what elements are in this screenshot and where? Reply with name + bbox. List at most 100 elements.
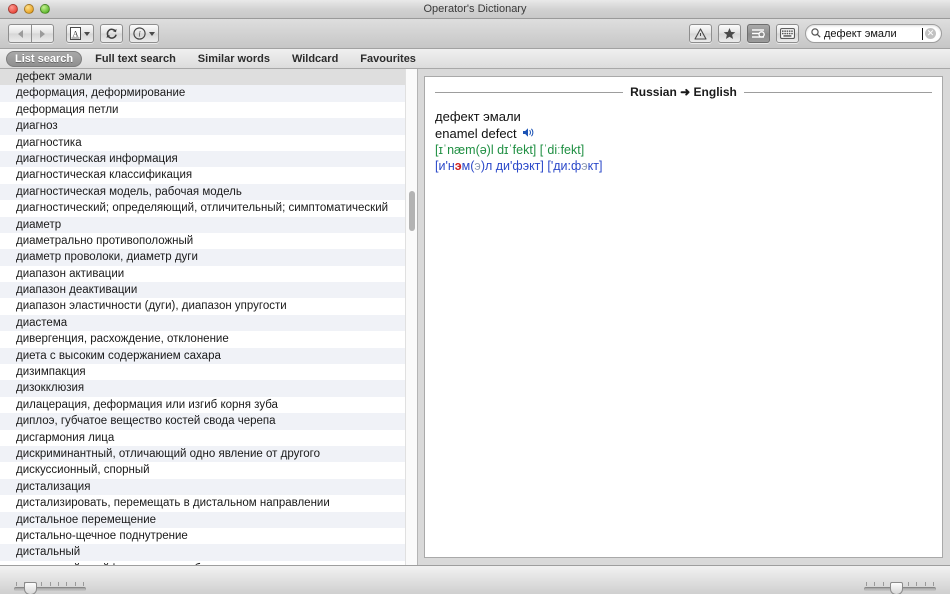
window-title: Operator's Dictionary bbox=[423, 3, 527, 15]
list-item[interactable]: диаметр bbox=[0, 216, 417, 233]
word-list[interactable]: дефект эмали деформация, деформирование де… bbox=[0, 69, 417, 565]
list-item[interactable]: диагностическая классификация bbox=[0, 167, 417, 184]
search-field[interactable]: дефект эмали ✕ bbox=[805, 24, 942, 43]
list-item[interactable]: диастема bbox=[0, 314, 417, 332]
search-input[interactable]: дефект эмали bbox=[824, 28, 922, 40]
content-area: дефект эмали деформация, деформирование де… bbox=[0, 69, 950, 565]
list-item[interactable]: дискриминантный, отличающий одно явление… bbox=[0, 445, 417, 463]
search-mode-tabs: List search Full text search Similar wor… bbox=[0, 49, 950, 69]
keyboard-button[interactable] bbox=[776, 24, 799, 43]
clear-search-button[interactable]: ✕ bbox=[925, 28, 936, 39]
dictionary-direction-header: Russian ➜ English bbox=[435, 85, 932, 99]
list-item[interactable]: диагностический; определяющий, отличител… bbox=[0, 200, 417, 217]
list-search-toggle-button[interactable] bbox=[747, 24, 770, 43]
list-item[interactable]: деформация петли bbox=[0, 101, 417, 119]
list-item[interactable]: дисгармония лица bbox=[0, 429, 417, 446]
entry-card: Russian ➜ English дефект эмали enamel de… bbox=[424, 76, 943, 558]
window-controls bbox=[8, 4, 50, 14]
navigation-buttons bbox=[8, 24, 60, 43]
list-item[interactable]: дистально-щечное поднутрение bbox=[0, 527, 417, 545]
list-item[interactable]: дистальный bbox=[0, 544, 417, 561]
list-item[interactable]: дизокклюзия bbox=[0, 380, 417, 397]
list-item[interactable]: диаметрально противоположный bbox=[0, 232, 417, 250]
favourites-button[interactable] bbox=[718, 24, 741, 43]
tab-full-text-search[interactable]: Full text search bbox=[86, 51, 185, 67]
cyr-mid: м( bbox=[461, 159, 475, 173]
list-item[interactable]: дискуссионный, спорный bbox=[0, 462, 417, 479]
word-list-scrollbar[interactable] bbox=[405, 69, 417, 565]
entry-translation: enamel defect bbox=[435, 126, 517, 141]
list-item[interactable]: диагноз bbox=[0, 118, 417, 135]
chevron-down-icon bbox=[84, 31, 90, 36]
cyr-tail: кт] bbox=[587, 159, 603, 173]
forward-button[interactable] bbox=[31, 24, 54, 43]
header-rule-right bbox=[743, 91, 932, 93]
list-font-size-slider[interactable] bbox=[14, 569, 86, 594]
refresh-icon bbox=[105, 27, 118, 40]
list-item[interactable]: дистализировать, перемещать в дистальном… bbox=[0, 495, 417, 512]
speaker-audio-icon[interactable] bbox=[522, 127, 535, 141]
dictionary-select-button[interactable]: A bbox=[66, 24, 94, 43]
list-item[interactable]: диагностика bbox=[0, 134, 417, 151]
warning-triangle-icon bbox=[694, 27, 707, 40]
info-button[interactable]: i bbox=[129, 24, 159, 43]
entry-ipa-transcription: [ɪˈnæm(ə)l dɪˈfekt] [ˈdiːfekt] bbox=[435, 143, 585, 157]
dictionary-direction-label: Russian ➜ English bbox=[630, 85, 737, 99]
tab-wildcard[interactable]: Wildcard bbox=[283, 51, 347, 67]
dictionary-book-icon: A bbox=[70, 27, 81, 40]
title-bar: Operator's Dictionary bbox=[0, 0, 950, 19]
star-icon bbox=[723, 27, 736, 40]
list-item[interactable]: дистальное перемещение bbox=[0, 511, 417, 528]
list-item[interactable]: дизимпакция bbox=[0, 364, 417, 381]
info-icon: i bbox=[133, 27, 146, 40]
app-window: Operator's Dictionary A i дефект эмали ✕… bbox=[0, 0, 950, 594]
list-item[interactable]: диета с высоким содержанием сахара bbox=[0, 347, 417, 365]
scrollbar-thumb[interactable] bbox=[408, 191, 415, 231]
list-item[interactable]: диаметр проволоки, диаметр дуги bbox=[0, 249, 417, 266]
detail-pane: Russian ➜ English дефект эмали enamel de… bbox=[418, 69, 950, 565]
entry-headword: дефект эмали bbox=[435, 109, 521, 124]
svg-text:i: i bbox=[138, 29, 141, 39]
detail-font-size-slider[interactable] bbox=[864, 569, 936, 594]
minimize-button[interactable] bbox=[24, 4, 34, 14]
list-item[interactable]: дивергенция, расхождение, отклонение bbox=[0, 331, 417, 348]
back-arrow-icon bbox=[17, 29, 23, 38]
list-item[interactable]: деформация, деформирование bbox=[0, 85, 417, 102]
list-item[interactable]: диапазон активации bbox=[0, 265, 417, 283]
list-item[interactable]: диапазон эластичности (дуги), диапазон у… bbox=[0, 298, 417, 315]
slider-knob-right[interactable] bbox=[890, 582, 904, 594]
toolbar: A i дефект эмали ✕ bbox=[0, 19, 950, 49]
cyr-post: )л ди'фэкт] ['ди:ф bbox=[480, 159, 582, 173]
warning-button[interactable] bbox=[689, 24, 712, 43]
cyr-stressed-vowel: э bbox=[454, 159, 462, 173]
status-bar bbox=[0, 565, 950, 594]
svg-text:A: A bbox=[73, 30, 79, 39]
entry-cyrillic-transcription: [и'нэм(э)л ди'фэкт] ['ди:фэкт] bbox=[435, 158, 932, 174]
search-icon bbox=[811, 25, 821, 43]
word-list-pane: дефект эмали деформация, деформирование де… bbox=[0, 69, 418, 565]
text-cursor bbox=[922, 27, 923, 40]
close-button[interactable] bbox=[8, 4, 18, 14]
tab-similar-words[interactable]: Similar words bbox=[189, 51, 279, 67]
list-item[interactable]: диапазон деактивации bbox=[0, 282, 417, 299]
list-item[interactable]: диплоэ, губчатое вещество костей свода ч… bbox=[0, 413, 417, 430]
back-button[interactable] bbox=[8, 24, 31, 43]
list-item[interactable]: дефект эмали bbox=[0, 69, 417, 86]
cyr-pre: [и'н bbox=[435, 159, 455, 173]
header-rule-left bbox=[435, 91, 624, 93]
entry-translation-row: enamel defect bbox=[435, 125, 932, 142]
list-item[interactable]: дистализация bbox=[0, 478, 417, 496]
slider-track-left[interactable] bbox=[14, 582, 86, 594]
zoom-button[interactable] bbox=[40, 4, 50, 14]
slider-knob-left[interactable] bbox=[23, 582, 37, 594]
tab-favourites[interactable]: Favourites bbox=[351, 51, 425, 67]
keyboard-icon bbox=[780, 28, 795, 39]
chevron-down-icon bbox=[149, 31, 155, 36]
list-item[interactable]: диагностическая информация bbox=[0, 150, 417, 168]
slider-track-right[interactable] bbox=[864, 582, 936, 594]
list-search-icon bbox=[751, 27, 766, 40]
list-item[interactable]: дилацерация, деформация или изгиб корня … bbox=[0, 396, 417, 414]
list-item[interactable]: диагностическая модель, рабочая модель bbox=[0, 183, 417, 201]
tab-list-search[interactable]: List search bbox=[6, 50, 83, 67]
refresh-button[interactable] bbox=[100, 24, 123, 43]
